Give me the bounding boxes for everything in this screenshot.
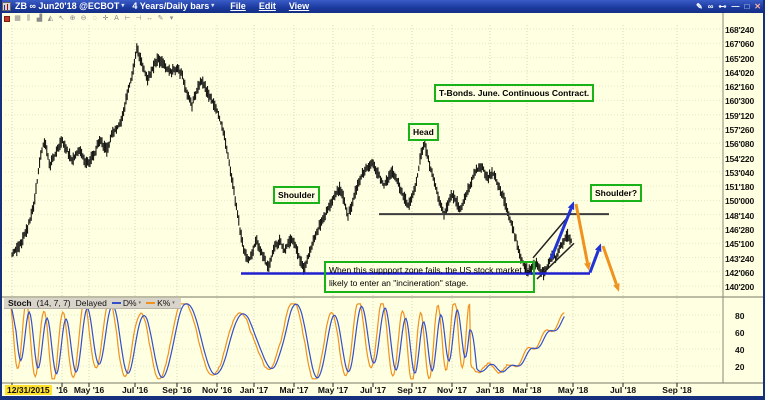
price-axis-label: 162'160 xyxy=(725,82,754,92)
stoch-axis-label: 60 xyxy=(735,328,744,338)
interval-title[interactable]: 4 Years/Daily bars xyxy=(132,0,209,13)
pencil-icon[interactable]: ✎ xyxy=(696,1,703,12)
stoch-legend-k[interactable]: K% ▾ xyxy=(146,298,175,308)
text-tool-icon[interactable]: A xyxy=(113,13,120,25)
date-axis-label: 12/31/2015 xyxy=(5,385,52,395)
stoch-status: Delayed xyxy=(76,298,107,308)
support-note-line1: When this suppport zone fails, the US st… xyxy=(329,264,530,277)
left-shoulder-annotation[interactable]: Shoulder xyxy=(273,186,320,204)
stoch-params: (14, 7, 7) xyxy=(37,298,71,308)
symbol-title[interactable]: ZB ∞ Jun20'18 @ECBOT xyxy=(15,0,119,13)
price-axis-label: 167'060 xyxy=(725,39,754,49)
menu-file[interactable]: File xyxy=(230,0,246,13)
date-axis-label: May '16 xyxy=(74,385,104,395)
d-line-swatch xyxy=(112,302,121,304)
stoch-name: Stoch xyxy=(8,298,32,308)
price-bars xyxy=(12,43,571,280)
dropdown-icon[interactable]: ▾ xyxy=(168,13,175,25)
price-axis-label: 143'240 xyxy=(725,254,754,264)
date-axis-label: Mar '17 xyxy=(280,385,309,395)
stoch-axis-label: 80 xyxy=(735,311,744,321)
drawing-tools-icon[interactable]: ✎ xyxy=(157,13,164,25)
zoom-in-icon[interactable]: ⊕ xyxy=(69,13,76,25)
gridlines xyxy=(5,25,721,383)
right-shoulder-annotation[interactable]: Shoulder? xyxy=(590,184,642,202)
symbol-dropdown-icon[interactable]: ▾ xyxy=(121,0,124,13)
stoch-axis-label: 20 xyxy=(735,362,744,372)
marker-right-icon[interactable]: ⊣ xyxy=(135,13,142,25)
price-axis-label: 148'140 xyxy=(725,211,754,221)
crosshair-icon[interactable]: ✛ xyxy=(102,13,109,25)
price-axis-label: 159'120 xyxy=(725,111,754,121)
date-axis-label: Sep '17 xyxy=(397,385,426,395)
close-icon[interactable]: ✕ xyxy=(754,1,761,12)
date-axis-label: Mar '18 xyxy=(513,385,542,395)
chart-plot-area[interactable] xyxy=(2,0,765,400)
d-dropdown-icon[interactable]: ▾ xyxy=(139,300,142,306)
date-axis-label: Jul '18 xyxy=(610,385,636,395)
price-axis-label: 145'100 xyxy=(725,239,754,249)
date-axis-label: Jan '17 xyxy=(240,385,268,395)
menu-edit[interactable]: Edit xyxy=(259,0,276,13)
price-axis-label: 151'180 xyxy=(725,182,754,192)
price-axis-label: 154'220 xyxy=(725,154,754,164)
price-axis-label: 156'080 xyxy=(725,139,754,149)
stoch-legend-d[interactable]: D% ▾ xyxy=(112,298,141,308)
date-axis-label: Jan '18 xyxy=(476,385,504,395)
price-axis-label: 146'280 xyxy=(725,225,754,235)
titlebar[interactable]: ZB ∞ Jun20'18 @ECBOT ▾ 4 Years/Daily bar… xyxy=(0,0,765,13)
stoch-axis-label: 40 xyxy=(735,345,744,355)
menu-view[interactable]: View xyxy=(289,0,309,13)
maximize-icon[interactable]: □ xyxy=(744,1,749,12)
interval-icon[interactable]: ↔ xyxy=(146,13,153,25)
date-axis-label: Sep '18 xyxy=(662,385,691,395)
link-icon[interactable]: ∞ xyxy=(708,1,714,12)
menubar: File Edit View xyxy=(230,0,309,13)
area-style-icon[interactable]: ◭ xyxy=(47,13,54,25)
date-axis-label: Jul '16 xyxy=(122,385,148,395)
price-axis-label: 153'040 xyxy=(725,168,754,178)
k-line-swatch xyxy=(146,302,155,304)
pin-icon[interactable]: ⊷ xyxy=(718,1,726,12)
zoom-out-icon[interactable]: ⊖ xyxy=(80,13,87,25)
bar-style-icon[interactable]: ⫼ xyxy=(25,13,32,25)
stoch-pane-header[interactable]: Stoch (14, 7, 7) Delayed D% ▾ K% ▾ xyxy=(4,298,181,309)
date-axis-label: '16 xyxy=(56,385,67,395)
support-note-annotation[interactable]: When this suppport zone fails, the US st… xyxy=(324,261,535,293)
chart-type-icon[interactable]: ▦ xyxy=(14,13,21,25)
date-axis-label: Jul '17 xyxy=(360,385,386,395)
date-axis-label: Nov '17 xyxy=(437,385,467,395)
date-axis-label: May '18 xyxy=(558,385,588,395)
histogram-icon[interactable]: ▟ xyxy=(36,13,43,25)
price-axis-label: 150'000 xyxy=(725,196,754,206)
zoom-icon[interactable]: ◌ xyxy=(91,13,98,25)
price-axis-label: 140'200 xyxy=(725,282,754,292)
pane-frame xyxy=(2,13,765,387)
app-icon xyxy=(2,2,11,11)
toolbar: ▦ ⫼ ▟ ◭ ↖ ⊕ ⊖ ◌ ✛ A ⊢ ⊣ ↔ ✎ ▾ xyxy=(2,13,765,25)
price-axis-label: 164'020 xyxy=(725,68,754,78)
price-axis-label: 157'260 xyxy=(725,125,754,135)
titlebar-buttons: ✎ ∞ ⊷ — □ ✕ xyxy=(696,1,765,12)
price-axis-label: 165'200 xyxy=(725,54,754,64)
date-axis-label: Nov '16 xyxy=(202,385,232,395)
record-square-icon[interactable] xyxy=(4,16,10,22)
price-axis-label: 142'060 xyxy=(725,268,754,278)
date-axis-label: Sep '16 xyxy=(162,385,191,395)
window-bottom-border xyxy=(0,396,765,400)
marker-left-icon[interactable]: ⊢ xyxy=(124,13,131,25)
minimize-icon[interactable]: — xyxy=(731,1,739,12)
interval-dropdown-icon[interactable]: ▾ xyxy=(211,0,214,13)
axis-labels: 168'240 167'060 165'200 164'020 162'160 160'3… xyxy=(2,0,765,400)
price-axis-label: 168'240 xyxy=(725,25,754,35)
head-annotation[interactable]: Head xyxy=(408,123,439,141)
contract-annotation[interactable]: T-Bonds. June. Continuous Contract. xyxy=(434,84,594,102)
date-axis-label: May '17 xyxy=(318,385,348,395)
k-dropdown-icon[interactable]: ▾ xyxy=(172,300,175,306)
stoch-lines xyxy=(10,304,564,379)
chart-window: ZB ∞ Jun20'18 @ECBOT ▾ 4 Years/Daily bar… xyxy=(0,0,765,400)
support-note-line2: likely to enter an "incineration" stage. xyxy=(329,277,530,290)
cursor-icon[interactable]: ↖ xyxy=(58,13,65,25)
price-axis-label: 160'300 xyxy=(725,96,754,106)
